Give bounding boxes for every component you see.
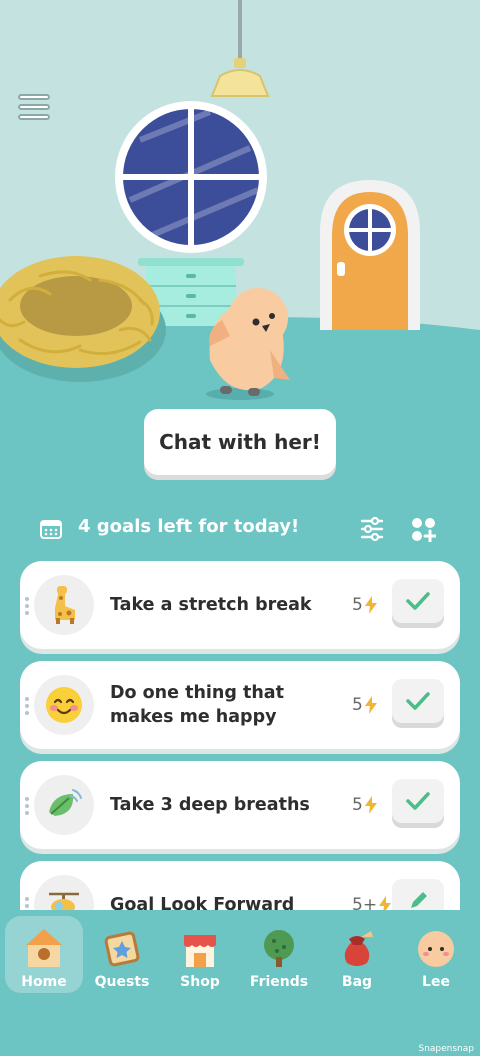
goal-title: Take 3 deep breaths [110,795,310,815]
check-icon [406,692,430,710]
lightning-icon [364,696,377,714]
goal-avatar [34,775,94,835]
nav-label: Quests [94,974,150,990]
nav-shop[interactable]: Shop [161,916,239,993]
energy-value: 5 [352,595,363,615]
goals-header: 4 goals left for today! [0,504,480,554]
nav-quests[interactable]: Quests [83,916,161,993]
goal-energy: 5 [352,561,377,649]
leaf-icon [49,789,82,816]
check-icon [406,792,430,810]
check-icon [406,592,430,610]
goal-card[interactable]: Take a stretch break 5 [20,561,460,649]
nav-friends[interactable]: Friends [240,916,318,993]
nav-label: Home [21,974,67,990]
drag-handle-icon[interactable] [25,697,29,715]
bag-icon [344,931,373,966]
goal-card[interactable]: Do one thing that makes me happy 5 [20,661,460,749]
energy-value: 5 [352,695,363,715]
friends-icon [264,930,294,967]
energy-value: 5 [352,795,363,815]
chat-button[interactable]: Chat with her! [144,409,336,475]
home-icon [26,929,62,967]
menu-button[interactable] [14,90,54,124]
complete-goal-button[interactable] [392,779,444,823]
lightning-icon [364,596,377,614]
complete-goal-button[interactable] [392,579,444,623]
shop-icon [184,935,216,967]
goal-avatar [34,575,94,635]
nav-label: Bag [341,974,373,990]
calendar-icon [40,520,62,539]
goal-title: Do one thing that makes me happy [110,683,284,727]
nav-profile[interactable]: Lee [397,916,475,993]
filter-icon[interactable] [360,516,384,542]
profile-icon [418,931,454,967]
goal-energy: 5 [352,661,377,749]
goal-title: Take a stretch break [110,595,312,615]
add-goal-grid-icon[interactable] [411,517,436,542]
nav-label: Shop [180,974,220,990]
pencil-icon [411,892,427,908]
nav-label: Lee [422,974,450,990]
lightning-icon [364,796,377,814]
drag-handle-icon[interactable] [25,797,29,815]
quests-icon [104,931,140,967]
goal-avatar [34,675,94,735]
bottom-nav: Home Quests Shop Friends Bag Lee Snapens… [0,910,480,1056]
complete-goal-button[interactable] [392,679,444,723]
smiley-icon [46,687,82,723]
watermark: Snapensnap [418,1044,474,1054]
drag-handle-icon[interactable] [25,597,29,615]
nav-bag[interactable]: Bag [318,916,396,993]
nav-home[interactable]: Home [5,916,83,993]
goal-energy: 5 [352,761,377,849]
giraffe-icon [55,586,75,624]
goal-card[interactable]: Take 3 deep breaths 5 [20,761,460,849]
goals-left-text: 4 goals left for today! [78,516,300,537]
nav-label: Friends [249,974,309,990]
